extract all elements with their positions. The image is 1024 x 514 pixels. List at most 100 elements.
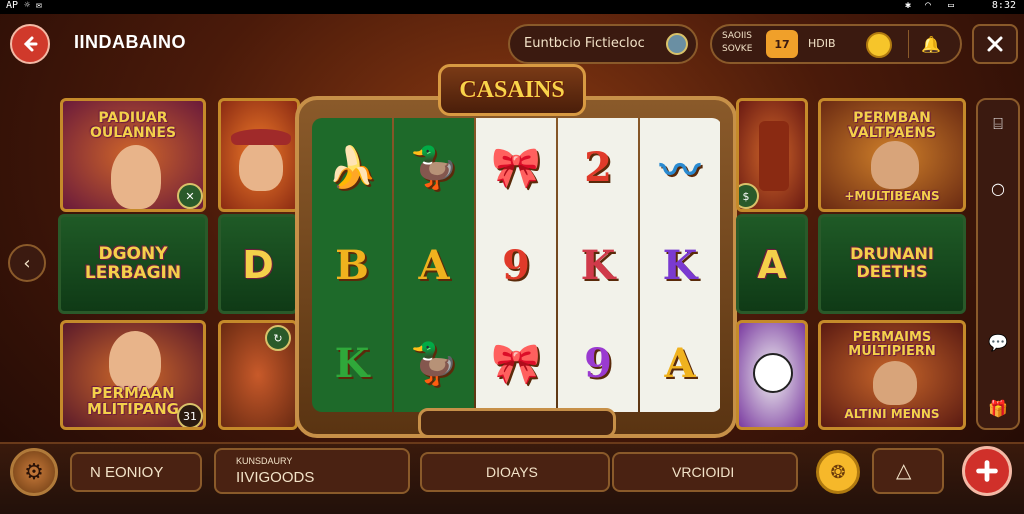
game-tile-mid-small[interactable]: D bbox=[218, 214, 298, 314]
game-tile-bottom-left[interactable]: PERMAAN MLITIPANG 31 bbox=[60, 320, 206, 430]
rail-gift-button[interactable]: 🎁 bbox=[980, 390, 1016, 426]
battery-icon: ▭ bbox=[948, 0, 955, 11]
bottom-box-4[interactable]: VRCIOIDI bbox=[612, 452, 798, 492]
warning-icon: △ bbox=[896, 460, 912, 482]
info-label-line1: SAOIIS bbox=[722, 31, 752, 41]
reel-symbol: 🦆 bbox=[409, 339, 459, 387]
right-tool-rail: ⌸ ○ 💬 🎁 bbox=[976, 98, 1020, 430]
reel-symbol: 🦆 bbox=[409, 143, 459, 191]
tile-subtitle: +MULTIBEANS bbox=[844, 189, 940, 203]
add-button[interactable] bbox=[962, 446, 1012, 496]
reel-symbol: K bbox=[334, 339, 370, 387]
tile-badge: 31 bbox=[177, 403, 203, 427]
reel-symbol: 🎀 bbox=[491, 143, 541, 191]
tile-symbol: A bbox=[757, 243, 787, 287]
wifi-icon: ◠ bbox=[925, 0, 932, 11]
character-portrait bbox=[871, 141, 919, 189]
close-button[interactable] bbox=[972, 24, 1018, 64]
reel-1: 🍌 B K bbox=[312, 118, 392, 412]
bottom-box-1[interactable]: N EONIOY bbox=[70, 452, 202, 492]
reel-symbol: 9 bbox=[584, 339, 612, 387]
bluetooth-icon: ✱ bbox=[905, 0, 912, 11]
bottom-box-4-label: VRCIOIDI bbox=[672, 464, 735, 480]
game-tile-top-right[interactable]: PERMBAN VALTPAENS +MULTIBEANS bbox=[818, 98, 966, 212]
reel-symbol: A bbox=[418, 241, 450, 289]
bell-icon: 🔔 bbox=[921, 34, 941, 54]
back-button[interactable] bbox=[10, 24, 50, 64]
reel-symbol: 〰 bbox=[660, 147, 700, 194]
status-bar: AP ☼ ✉ ✱ ◠ ▭ 8:32 bbox=[0, 0, 1024, 14]
reel-symbol: 🎀 bbox=[491, 339, 541, 387]
game-tile-top-left[interactable]: PADIUAR OULANNES ✕ bbox=[60, 98, 206, 212]
game-tile-bottom-right-small[interactable] bbox=[736, 320, 808, 430]
globe-icon bbox=[666, 33, 688, 55]
reel-symbol: K bbox=[580, 241, 616, 289]
gear-icon: ⚙ bbox=[24, 459, 44, 485]
reel-symbol: 9 bbox=[502, 241, 530, 289]
character-portrait bbox=[111, 145, 161, 209]
dollar-icon: $ bbox=[739, 183, 759, 209]
game-tile-top-small[interactable] bbox=[218, 98, 300, 212]
coin-icon[interactable] bbox=[866, 32, 892, 58]
previous-arrow-button[interactable]: ‹ bbox=[8, 244, 46, 282]
character-portrait bbox=[239, 141, 283, 191]
chevron-left-icon: ‹ bbox=[23, 252, 31, 274]
coin-button[interactable]: ❂ bbox=[816, 450, 860, 494]
rail-chat-button[interactable]: 💬 bbox=[980, 324, 1016, 360]
lantern-icon bbox=[759, 121, 789, 191]
tile-title: DGONY LERBAGIN bbox=[84, 244, 182, 283]
game-tile-mid-left[interactable]: DGONY LERBAGIN bbox=[58, 214, 208, 314]
reel-symbol: A bbox=[664, 339, 696, 387]
reel-symbol: K bbox=[662, 241, 698, 289]
slot-logo: CASAINS bbox=[438, 64, 586, 116]
bottom-box-1-label: N EONIOY bbox=[90, 464, 164, 481]
slot-reels: 🍌 B K 🦆 A 🦆 🎀 9 🎀 2 K 9 〰 K A bbox=[312, 118, 722, 412]
info-label: SAOIIS SOVKE bbox=[722, 30, 752, 56]
status-time: 8:32 bbox=[991, 0, 1016, 11]
bottom-box-5[interactable]: △ bbox=[872, 448, 944, 494]
reel-symbol: B bbox=[335, 241, 369, 289]
reel-3: 🎀 9 🎀 bbox=[476, 118, 556, 412]
reel-symbol: 🍌 bbox=[327, 143, 377, 191]
bottom-box-3[interactable]: DIOAYS bbox=[420, 452, 610, 492]
level-badge[interactable]: 17 bbox=[766, 30, 798, 58]
close-icon bbox=[987, 36, 1003, 52]
reel-symbol: 2 bbox=[584, 143, 612, 191]
arrow-left-icon bbox=[23, 36, 38, 52]
bottom-box-2[interactable]: KUNSDAURY IIVIGOODS bbox=[214, 448, 410, 494]
search-field[interactable]: Euntbcio Fictiecloc bbox=[508, 24, 698, 64]
notification-button[interactable]: 🔔 bbox=[908, 30, 953, 58]
game-tile-mid-right[interactable]: DRUNANI DEETHS bbox=[818, 214, 966, 314]
bottom-box-2-line2: IIVIGOODS bbox=[236, 469, 315, 486]
bottom-box-3-label: DIOAYS bbox=[486, 464, 538, 480]
balance-label: HDIB bbox=[808, 37, 836, 50]
tile-title: PERMAIMS MULTIPIERN bbox=[848, 330, 936, 359]
tile-title: PERMBAN VALTPAENS bbox=[847, 110, 937, 141]
settings-button[interactable]: ⚙ bbox=[10, 448, 58, 496]
chat-icon: 💬 bbox=[988, 332, 1008, 352]
app-title: IINDABAINO bbox=[74, 32, 186, 52]
gift-icon: 🎁 bbox=[988, 398, 1008, 418]
rail-circle-button[interactable]: ○ bbox=[980, 170, 1016, 206]
game-tile-mid-right-small[interactable]: A bbox=[736, 214, 808, 314]
reel-2: 🦆 A 🦆 bbox=[394, 118, 474, 412]
character-portrait bbox=[109, 331, 161, 391]
tools-icon: ✕ bbox=[177, 183, 203, 209]
game-tile-bottom-small[interactable]: ↻ bbox=[218, 320, 298, 430]
ball-icon bbox=[753, 353, 793, 393]
rail-calendar-button[interactable]: ⌸ bbox=[980, 106, 1016, 142]
game-tile-top-right-small[interactable]: $ bbox=[736, 98, 808, 212]
game-tile-bottom-right[interactable]: PERMAIMS MULTIPIERN ALTINI MENNS bbox=[818, 320, 966, 430]
reel-5: 〰 K A bbox=[640, 118, 720, 412]
refresh-icon: ↻ bbox=[265, 325, 291, 351]
plus-icon bbox=[976, 460, 998, 482]
status-left-text: AP ☼ ✉ bbox=[6, 0, 43, 11]
info-bar: SAOIIS SOVKE 17 HDIB 🔔 bbox=[710, 24, 962, 64]
tile-title: DRUNANI DEETHS bbox=[850, 244, 934, 281]
character-portrait bbox=[873, 361, 917, 405]
spin-bar[interactable] bbox=[418, 408, 616, 438]
hat-icon bbox=[231, 129, 291, 145]
reel-4: 2 K 9 bbox=[558, 118, 638, 412]
info-label-line2: SOVKE bbox=[722, 44, 753, 54]
tile-title: PADIUAR OULANNES bbox=[89, 110, 177, 141]
